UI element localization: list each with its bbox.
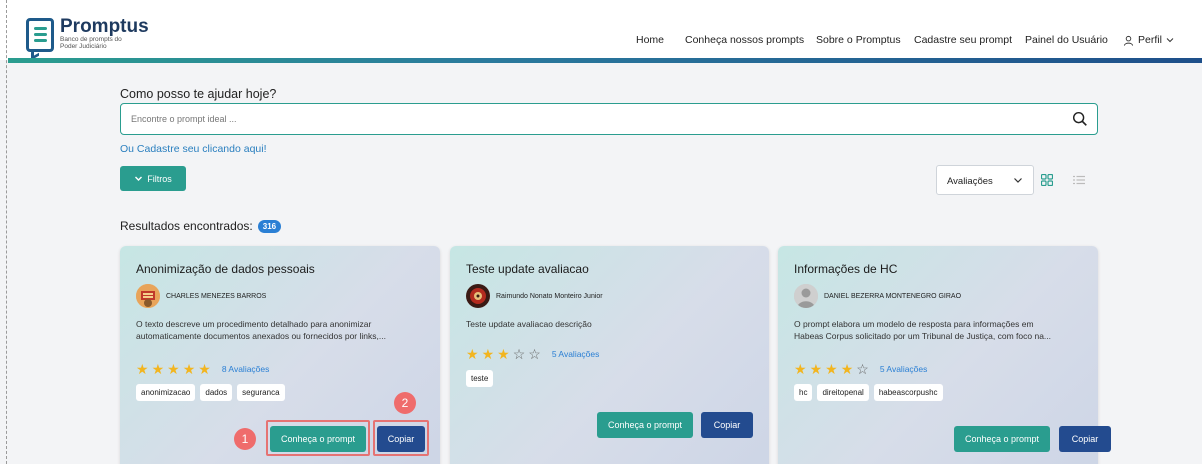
star-icon: ★: [809, 361, 823, 377]
sort-value: Avaliações: [947, 176, 993, 187]
step-marker-1: 1: [234, 428, 256, 450]
grid-view-icon[interactable]: [1041, 174, 1053, 186]
avatar: [466, 284, 490, 308]
star-icon: ★: [840, 361, 854, 377]
avatar: [136, 284, 160, 308]
card-description: O texto descreve um procedimento detalha…: [136, 319, 386, 341]
author-name: Raimundo Nonato Monteiro Junior: [496, 292, 603, 300]
rating-count[interactable]: 5 Avaliações: [552, 349, 600, 359]
see-prompt-button[interactable]: Conheça o prompt: [954, 426, 1050, 452]
card-rating: ★ ★ ★ ★ ☆ 5 Avaliações: [794, 362, 927, 376]
card-tags: hc direitopenal habeascorpushc: [794, 384, 943, 401]
card-author: CHARLES MENEZES BARROS: [136, 284, 266, 308]
brand-subtitle-2: Poder Judiciário: [60, 43, 107, 50]
card-description: Teste update avaliacao descrição: [466, 319, 592, 329]
promptus-logo[interactable]: Promptus Banco de prompts do Poder Judic…: [26, 16, 149, 61]
prompt-card: Anonimização de dados pessoais CHARLES M…: [120, 246, 440, 464]
star-icon: ★: [151, 361, 165, 377]
chevron-down-icon: [135, 176, 143, 181]
chevron-down-icon: [1014, 178, 1022, 183]
nav-user-panel[interactable]: Painel do Usuário: [1025, 34, 1108, 46]
star-icon: ★: [794, 361, 807, 377]
user-icon: [1123, 35, 1134, 46]
logo-document-icon: [26, 18, 54, 61]
star-outline-icon: ☆: [856, 361, 869, 377]
card-title: Teste update avaliacao: [466, 262, 589, 276]
search-icon[interactable]: [1071, 110, 1089, 128]
star-icon: ★: [136, 361, 149, 377]
tag[interactable]: direitopenal: [817, 384, 869, 401]
top-header: Promptus Banco de prompts do Poder Judic…: [0, 0, 1202, 61]
profile-label: Perfil: [1138, 34, 1162, 46]
brand-name: Promptus: [60, 16, 149, 37]
star-icon: ★: [198, 361, 211, 377]
card-description: O prompt elabora um modelo de resposta p…: [794, 319, 1052, 341]
star-icon: ★: [481, 346, 495, 362]
prompt-card: Teste update avaliacao Raimundo Nonato M…: [450, 246, 769, 464]
header-accent-bar: [8, 58, 1202, 63]
star-icon: ★: [182, 361, 196, 377]
star-icon: ★: [466, 346, 479, 362]
star-icon: ★: [825, 361, 838, 377]
author-name: CHARLES MENEZES BARROS: [166, 292, 267, 300]
search-question: Como posso te ajudar hoje?: [120, 87, 277, 101]
tag[interactable]: habeascorpushc: [873, 384, 943, 401]
profile-menu[interactable]: Perfil: [1123, 34, 1174, 46]
step-marker-2: 2: [394, 392, 416, 414]
nav-register-prompt[interactable]: Cadastre seu prompt: [914, 34, 1012, 46]
copy-button[interactable]: Copiar: [1059, 426, 1111, 452]
card-tags: teste: [466, 370, 494, 387]
results-header: Resultados encontrados: 316: [120, 219, 282, 233]
nav-home[interactable]: Home: [636, 34, 664, 46]
tag[interactable]: anonimizacao: [136, 384, 196, 401]
nav-prompts[interactable]: Conheça nossos prompts: [685, 34, 804, 46]
star-icon: ★: [497, 346, 510, 362]
card-title: Informações de HC: [794, 262, 898, 276]
search-placeholder: Encontre o prompt ideal ...: [131, 114, 237, 124]
prompt-card: Informações de HC DANIEL BEZERRA MONTENE…: [778, 246, 1111, 464]
filters-label: Filtros: [147, 173, 172, 184]
filters-button[interactable]: Filtros: [120, 166, 186, 191]
star-outline-icon: ☆: [512, 346, 526, 362]
copy-button[interactable]: Copiar: [701, 412, 753, 438]
card-author: Raimundo Nonato Monteiro Junior: [466, 284, 603, 308]
rating-count[interactable]: 5 Avaliações: [880, 364, 928, 374]
sort-select[interactable]: Avaliações: [936, 165, 1034, 195]
register-link[interactable]: Ou Cadastre seu clicando aqui!: [120, 143, 267, 155]
card-title: Anonimização de dados pessoais: [136, 262, 315, 276]
tag[interactable]: dados: [200, 384, 233, 401]
results-label: Resultados encontrados:: [120, 219, 253, 233]
see-prompt-button[interactable]: Conheça o prompt: [597, 412, 693, 438]
card-author: DANIEL BEZERRA MONTENEGRO GIRAO: [794, 284, 961, 308]
chevron-down-icon: [1166, 38, 1174, 43]
search-input[interactable]: Encontre o prompt ideal ...: [120, 103, 1098, 135]
nav-about[interactable]: Sobre o Promptus: [816, 34, 901, 46]
copy-button[interactable]: Copiar: [377, 426, 425, 452]
card-tags: anonimizacao dados seguranca: [136, 384, 285, 401]
tag[interactable]: seguranca: [237, 384, 285, 401]
card-rating: ★ ★ ★ ★ ★ 8 Avaliações: [136, 362, 269, 376]
tag[interactable]: teste: [466, 370, 494, 387]
tag[interactable]: hc: [794, 384, 813, 401]
card-rating: ★ ★ ★ ☆ ☆ 5 Avaliações: [466, 347, 599, 361]
results-count-badge: 316: [257, 219, 282, 233]
rating-count[interactable]: 8 Avaliações: [222, 364, 270, 374]
list-view-icon[interactable]: [1073, 175, 1085, 185]
star-icon: ★: [167, 361, 180, 377]
see-prompt-button[interactable]: Conheça o prompt: [270, 426, 366, 452]
avatar: [794, 284, 818, 308]
brand-subtitle-1: Banco de prompts do: [60, 36, 122, 43]
author-name: DANIEL BEZERRA MONTENEGRO GIRAO: [824, 292, 962, 300]
star-outline-icon: ☆: [528, 346, 541, 362]
